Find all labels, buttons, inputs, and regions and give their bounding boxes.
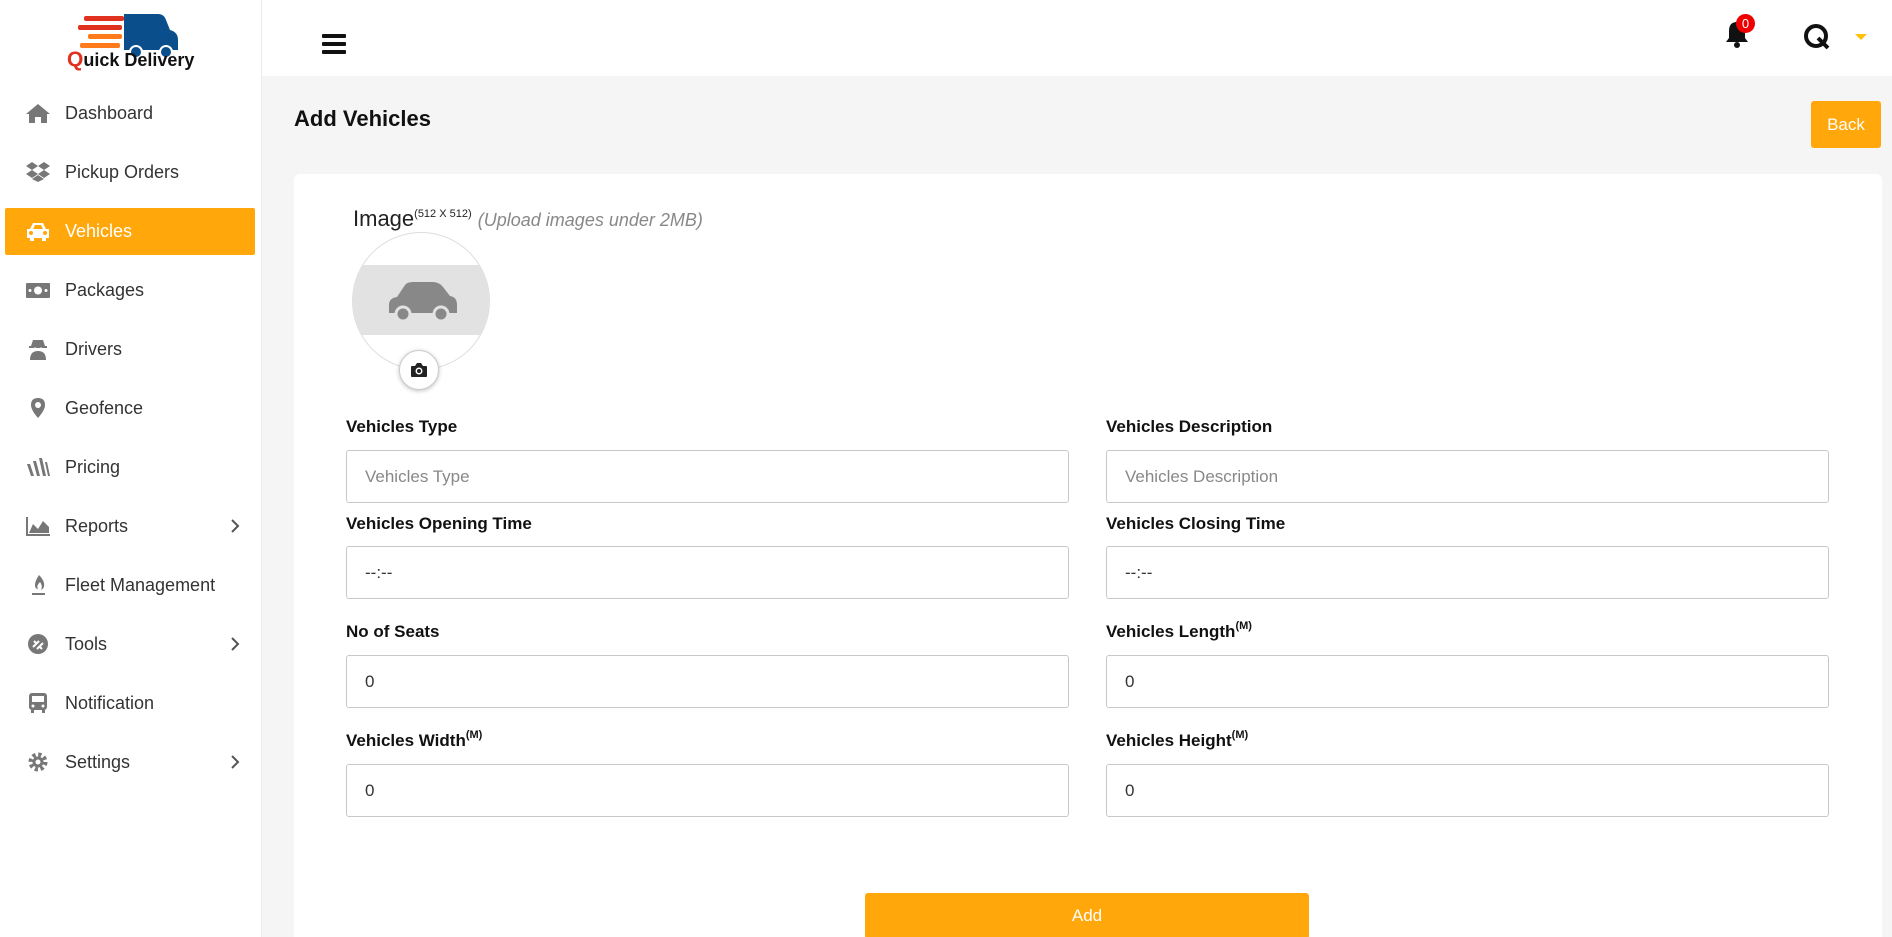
vehicles-height-input[interactable] bbox=[1106, 764, 1829, 817]
image-label-text: Image bbox=[353, 206, 415, 231]
chevron-right-icon bbox=[231, 637, 240, 651]
sidebar-item-label: Fleet Management bbox=[65, 575, 216, 595]
brand-rest: uick Delivery bbox=[83, 50, 195, 70]
top-bar: 0 bbox=[262, 0, 1892, 76]
upload-image-button[interactable] bbox=[399, 350, 439, 390]
money-icon bbox=[26, 283, 50, 298]
home-icon bbox=[26, 104, 50, 123]
sidebar-item-pricing[interactable]: Pricing bbox=[5, 444, 255, 491]
closing-time-input[interactable] bbox=[1106, 546, 1829, 599]
chevron-right-icon bbox=[231, 755, 240, 769]
no-of-seats-input[interactable] bbox=[346, 655, 1069, 708]
sidebar: Quick Delivery Dashboard Pickup Orders V… bbox=[0, 0, 262, 937]
closing-time-label: Vehicles Closing Time bbox=[1106, 514, 1286, 533]
sidebar-item-label: Settings bbox=[65, 752, 131, 772]
vehicles-description-label: Vehicles Description bbox=[1106, 417, 1273, 436]
camera-icon bbox=[411, 363, 427, 377]
sidebar-item-geofence[interactable]: Geofence bbox=[5, 385, 255, 432]
no-of-seats-label: No of Seats bbox=[346, 622, 440, 641]
sidebar-item-notification[interactable]: Notification bbox=[5, 680, 255, 727]
brand-name: Quick Delivery bbox=[67, 48, 194, 72]
car-placeholder-icon bbox=[389, 282, 457, 323]
back-button[interactable]: Back bbox=[1811, 101, 1881, 148]
sidebar-item-pickup-orders[interactable]: Pickup Orders bbox=[5, 149, 255, 196]
image-upload-label: Image(512 X 512) (Upload images under 2M… bbox=[353, 206, 703, 232]
sidebar-item-fleet-management[interactable]: Fleet Management bbox=[5, 562, 255, 609]
vehicles-type-label: Vehicles Type bbox=[346, 417, 458, 436]
vehicles-length-input[interactable] bbox=[1106, 655, 1829, 708]
fire-icon bbox=[32, 575, 45, 595]
sidebar-nav: Dashboard Pickup Orders Vehicles Package… bbox=[5, 90, 255, 798]
sidebar-item-settings[interactable]: Settings bbox=[5, 739, 255, 786]
map-marker-icon bbox=[31, 398, 45, 418]
sidebar-item-label: Drivers bbox=[65, 339, 122, 359]
area-chart-icon bbox=[26, 517, 50, 536]
tools-icon bbox=[28, 634, 48, 654]
hamburger-menu-icon[interactable] bbox=[322, 34, 346, 56]
brand-initial: Q bbox=[67, 48, 84, 71]
user-secret-icon bbox=[29, 340, 47, 360]
car-icon bbox=[27, 223, 49, 241]
sidebar-item-label: Dashboard bbox=[65, 103, 154, 123]
sidebar-item-dashboard[interactable]: Dashboard bbox=[5, 90, 255, 137]
chevron-right-icon bbox=[231, 519, 240, 533]
vehicles-height-label: Vehicles Height(M) bbox=[1106, 729, 1248, 751]
gear-icon bbox=[28, 752, 48, 772]
vehicles-height-unit: (M) bbox=[1231, 729, 1249, 741]
vehicles-length-label-text: Vehicles Length bbox=[1106, 622, 1236, 641]
sidebar-item-vehicles[interactable]: Vehicles bbox=[5, 208, 255, 255]
opening-time-input[interactable] bbox=[346, 546, 1069, 599]
notification-count-badge: 0 bbox=[1736, 14, 1755, 33]
profile-dropdown-caret-icon[interactable] bbox=[1855, 34, 1867, 40]
vehicles-width-label: Vehicles Width(M) bbox=[346, 729, 482, 751]
vehicles-type-input[interactable] bbox=[346, 450, 1069, 503]
sidebar-item-label: Reports bbox=[65, 516, 129, 536]
image-upload-hint: (Upload images under 2MB) bbox=[477, 210, 703, 230]
image-size-hint: (512 X 512) bbox=[414, 208, 472, 220]
sidebar-item-label: Geofence bbox=[65, 398, 144, 418]
vehicles-length-unit: (M) bbox=[1235, 620, 1252, 632]
sidebar-item-label: Packages bbox=[65, 280, 145, 300]
sidebar-item-reports[interactable]: Reports bbox=[5, 503, 255, 550]
sidebar-item-label: Notification bbox=[65, 693, 155, 713]
profile-avatar-icon[interactable] bbox=[1802, 22, 1832, 52]
vehicles-width-unit: (M) bbox=[465, 729, 483, 741]
opening-time-label: Vehicles Opening Time bbox=[346, 514, 532, 533]
sidebar-item-label: Pickup Orders bbox=[65, 162, 180, 182]
vehicles-length-label: Vehicles Length(M) bbox=[1106, 620, 1252, 642]
pricing-icon bbox=[27, 458, 50, 476]
sidebar-item-drivers[interactable]: Drivers bbox=[5, 326, 255, 373]
sidebar-item-label: Tools bbox=[65, 634, 108, 654]
vehicles-height-label-text: Vehicles Height bbox=[1106, 731, 1232, 750]
dropbox-icon bbox=[26, 162, 50, 182]
sidebar-item-tools[interactable]: Tools bbox=[5, 621, 255, 668]
sidebar-item-packages[interactable]: Packages bbox=[5, 267, 255, 314]
add-button[interactable]: Add bbox=[865, 893, 1309, 937]
vehicles-width-label-text: Vehicles Width bbox=[346, 731, 466, 750]
sidebar-item-label: Pricing bbox=[65, 457, 121, 477]
vehicles-width-input[interactable] bbox=[346, 764, 1069, 817]
vehicles-description-input[interactable] bbox=[1106, 450, 1829, 503]
page-title: Add Vehicles bbox=[294, 106, 431, 131]
sidebar-item-label: Vehicles bbox=[65, 221, 133, 241]
bus-icon bbox=[29, 693, 47, 713]
